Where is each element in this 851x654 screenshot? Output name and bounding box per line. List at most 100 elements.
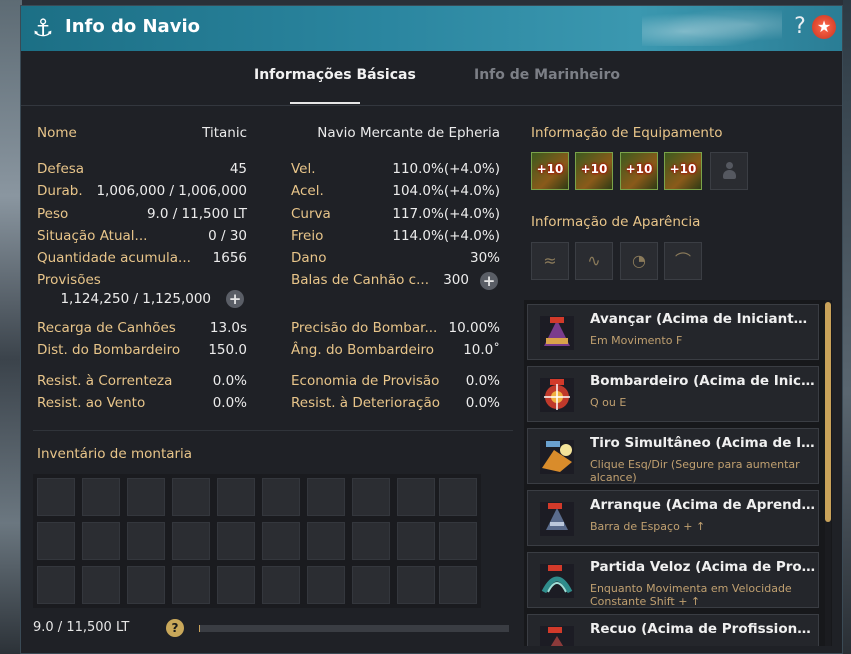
inventory-grid (33, 474, 481, 608)
inventory-slot[interactable] (439, 478, 477, 516)
inventory-slot[interactable] (439, 522, 477, 560)
stat-value-weight: 9.0 / 11,500 LT (146, 206, 247, 222)
active-tab-indicator (290, 102, 360, 104)
window-title: Info do Navio (65, 16, 200, 37)
stat-label-damage: Dano (291, 250, 327, 266)
enhancement-level: +10 (625, 162, 653, 176)
stat-value-current-situation: 0 / 30 (208, 228, 247, 244)
inventory-slot[interactable] (217, 522, 255, 560)
add-provisions-button[interactable]: + (226, 290, 244, 308)
inventory-slot[interactable] (262, 522, 300, 560)
weight-bar (199, 625, 509, 632)
skill-name: Recuo (Acima de Profissional N... (590, 621, 816, 637)
equipment-slot[interactable]: +10 (664, 152, 702, 190)
ship-type: Navio Mercante de Epheria (317, 125, 500, 141)
inventory-weight: 9.0 / 11,500 LT (33, 620, 130, 635)
skill-bombard-icon (540, 378, 574, 412)
appearance-slot-figurehead-icon[interactable]: ⌒ (664, 242, 702, 280)
inventory-slot[interactable] (127, 566, 165, 604)
inventory-slot[interactable] (172, 522, 210, 560)
stat-value-bombardier-distance: 150.0 (208, 342, 247, 358)
stat-label-current-resist: Resist. à Correnteza (37, 373, 173, 389)
stat-label-bombardier-accuracy: Precisão do Bombar... (291, 320, 438, 336)
inventory-slot[interactable] (82, 522, 120, 560)
skill-keybind: Enquanto Movimenta em Velocidade Constan… (590, 582, 792, 608)
inventory-slot[interactable] (307, 522, 345, 560)
skill-item[interactable]: Recuo (Acima de Profissional N... (527, 614, 819, 646)
equipment-slot[interactable]: +10 (575, 152, 613, 190)
skill-item[interactable]: Avançar (Acima de Iniciante Nv... Em Mov… (527, 304, 819, 360)
skill-volley-icon (540, 440, 574, 474)
appearance-slot-hull-icon[interactable]: ≈ (531, 242, 569, 280)
ship-info-window: ⚓ Info do Navio ? ★ Informações Básicas … (20, 5, 843, 654)
title-bar[interactable]: ⚓ Info do Navio ? ★ (21, 6, 842, 51)
stat-value-speed: 110.0%(+4.0%) (392, 161, 500, 177)
inventory-slot[interactable] (307, 566, 345, 604)
stat-value-brake: 114.0%(+4.0%) (392, 228, 500, 244)
inventory-slot[interactable] (37, 478, 75, 516)
stat-label-current-situation: Situação Atual... (37, 228, 148, 244)
appearance-title: Informação de Aparência (531, 214, 701, 230)
appearance-slot-cannon-icon[interactable]: ◔ (620, 242, 658, 280)
stat-label-durability: Durab. (37, 183, 83, 199)
inventory-slot[interactable] (37, 566, 75, 604)
inventory-slot[interactable] (127, 522, 165, 560)
skill-keybind: Barra de Espaço + ↑ (590, 520, 706, 533)
stat-label-cannon-reload: Recarga de Canhões (37, 320, 176, 336)
help-button[interactable]: ? (790, 15, 810, 39)
inventory-slot[interactable] (307, 478, 345, 516)
inventory-slot[interactable] (352, 478, 390, 516)
person-icon (723, 162, 736, 180)
inventory-slot[interactable] (397, 522, 435, 560)
inventory-slot[interactable] (172, 478, 210, 516)
skill-item[interactable]: Bombardeiro (Acima de Inician... Q ou E (527, 366, 819, 422)
stat-label-bombardier-distance: Dist. do Bombardeiro (37, 342, 181, 358)
tab-sailor-info[interactable]: Info de Marinheiro (474, 67, 620, 83)
inventory-slot[interactable] (262, 478, 300, 516)
skills-list[interactable]: Avançar (Acima de Iniciante Nv... Em Mov… (524, 300, 832, 646)
tab-basic-info[interactable]: Informações Básicas (254, 67, 416, 83)
inventory-slot[interactable] (172, 566, 210, 604)
appearance-slot-sail-icon[interactable]: ∿ (575, 242, 613, 280)
skill-item[interactable]: Partida Veloz (Acima de Profici... Enqua… (527, 552, 819, 608)
add-cannonballs-button[interactable]: + (480, 272, 498, 290)
skill-charge-icon (540, 316, 574, 350)
inventory-slot[interactable] (352, 522, 390, 560)
inventory-slot[interactable] (217, 478, 255, 516)
inventory-slot[interactable] (397, 566, 435, 604)
equipment-slot[interactable]: +10 (531, 152, 569, 190)
question-icon[interactable]: ? (166, 619, 184, 637)
stat-label-acceleration: Acel. (291, 183, 324, 199)
stat-value-current-resist: 0.0% (212, 373, 247, 389)
sailor-slot[interactable] (710, 152, 748, 190)
stat-label-wind-resist: Resist. ao Vento (37, 395, 146, 411)
equipment-slot[interactable]: +10 (620, 152, 658, 190)
stat-value-damage: 30% (469, 250, 500, 266)
inventory-slot[interactable] (82, 478, 120, 516)
skill-item[interactable]: Arranque (Acima de Aprendiz N... Barra d… (527, 490, 819, 546)
close-button[interactable]: ★ (812, 15, 836, 39)
stat-value-wind-resist: 0.0% (212, 395, 247, 411)
skill-dash-icon (540, 502, 574, 536)
skill-keybind: Em Movimento F (590, 334, 683, 347)
skills-scrollbar[interactable] (825, 300, 831, 646)
stat-label-cannonballs: Balas de Canhão c... (291, 272, 429, 288)
stat-label-provision-economy: Economia de Provisão (291, 373, 440, 389)
stat-label-brake: Freio (291, 228, 324, 244)
inventory-slot[interactable] (217, 566, 255, 604)
skill-name: Bombardeiro (Acima de Inician... (590, 373, 816, 389)
inventory-slot[interactable] (397, 478, 435, 516)
inventory-slot[interactable] (82, 566, 120, 604)
ship-name-label: Nome (37, 125, 77, 141)
inventory-slot[interactable] (37, 522, 75, 560)
scrollbar-thumb[interactable] (825, 302, 831, 522)
stat-label-accumulated: Quantidade acumula... (37, 250, 191, 266)
inventory-slot[interactable] (127, 478, 165, 516)
skill-item[interactable]: Tiro Simultâneo (Acima de Inici... Cliqu… (527, 428, 819, 484)
stat-label-deterioration-resist: Resist. à Deterioração (291, 395, 440, 411)
stat-label-bombardier-angle: Âng. do Bombardeiro (291, 342, 435, 358)
inventory-slot[interactable] (262, 566, 300, 604)
enhancement-level: +10 (669, 162, 697, 176)
inventory-slot[interactable] (352, 566, 390, 604)
inventory-slot[interactable] (439, 566, 477, 604)
